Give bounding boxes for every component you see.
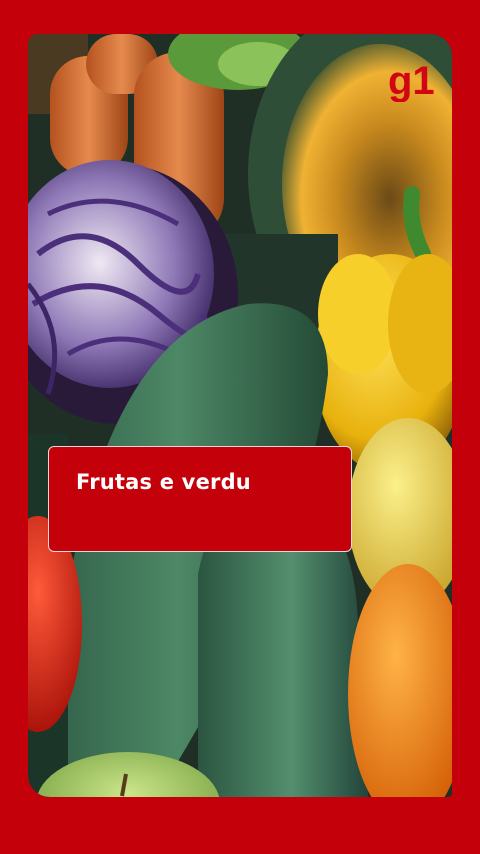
caption-text: Frutas e verdu bbox=[76, 470, 251, 494]
caption-box bbox=[48, 446, 352, 552]
g1-logo: g1 bbox=[388, 59, 435, 102]
svg-text:g1: g1 bbox=[388, 59, 435, 102]
caption-inner bbox=[55, 453, 345, 545]
vegetables-photo bbox=[28, 34, 452, 797]
